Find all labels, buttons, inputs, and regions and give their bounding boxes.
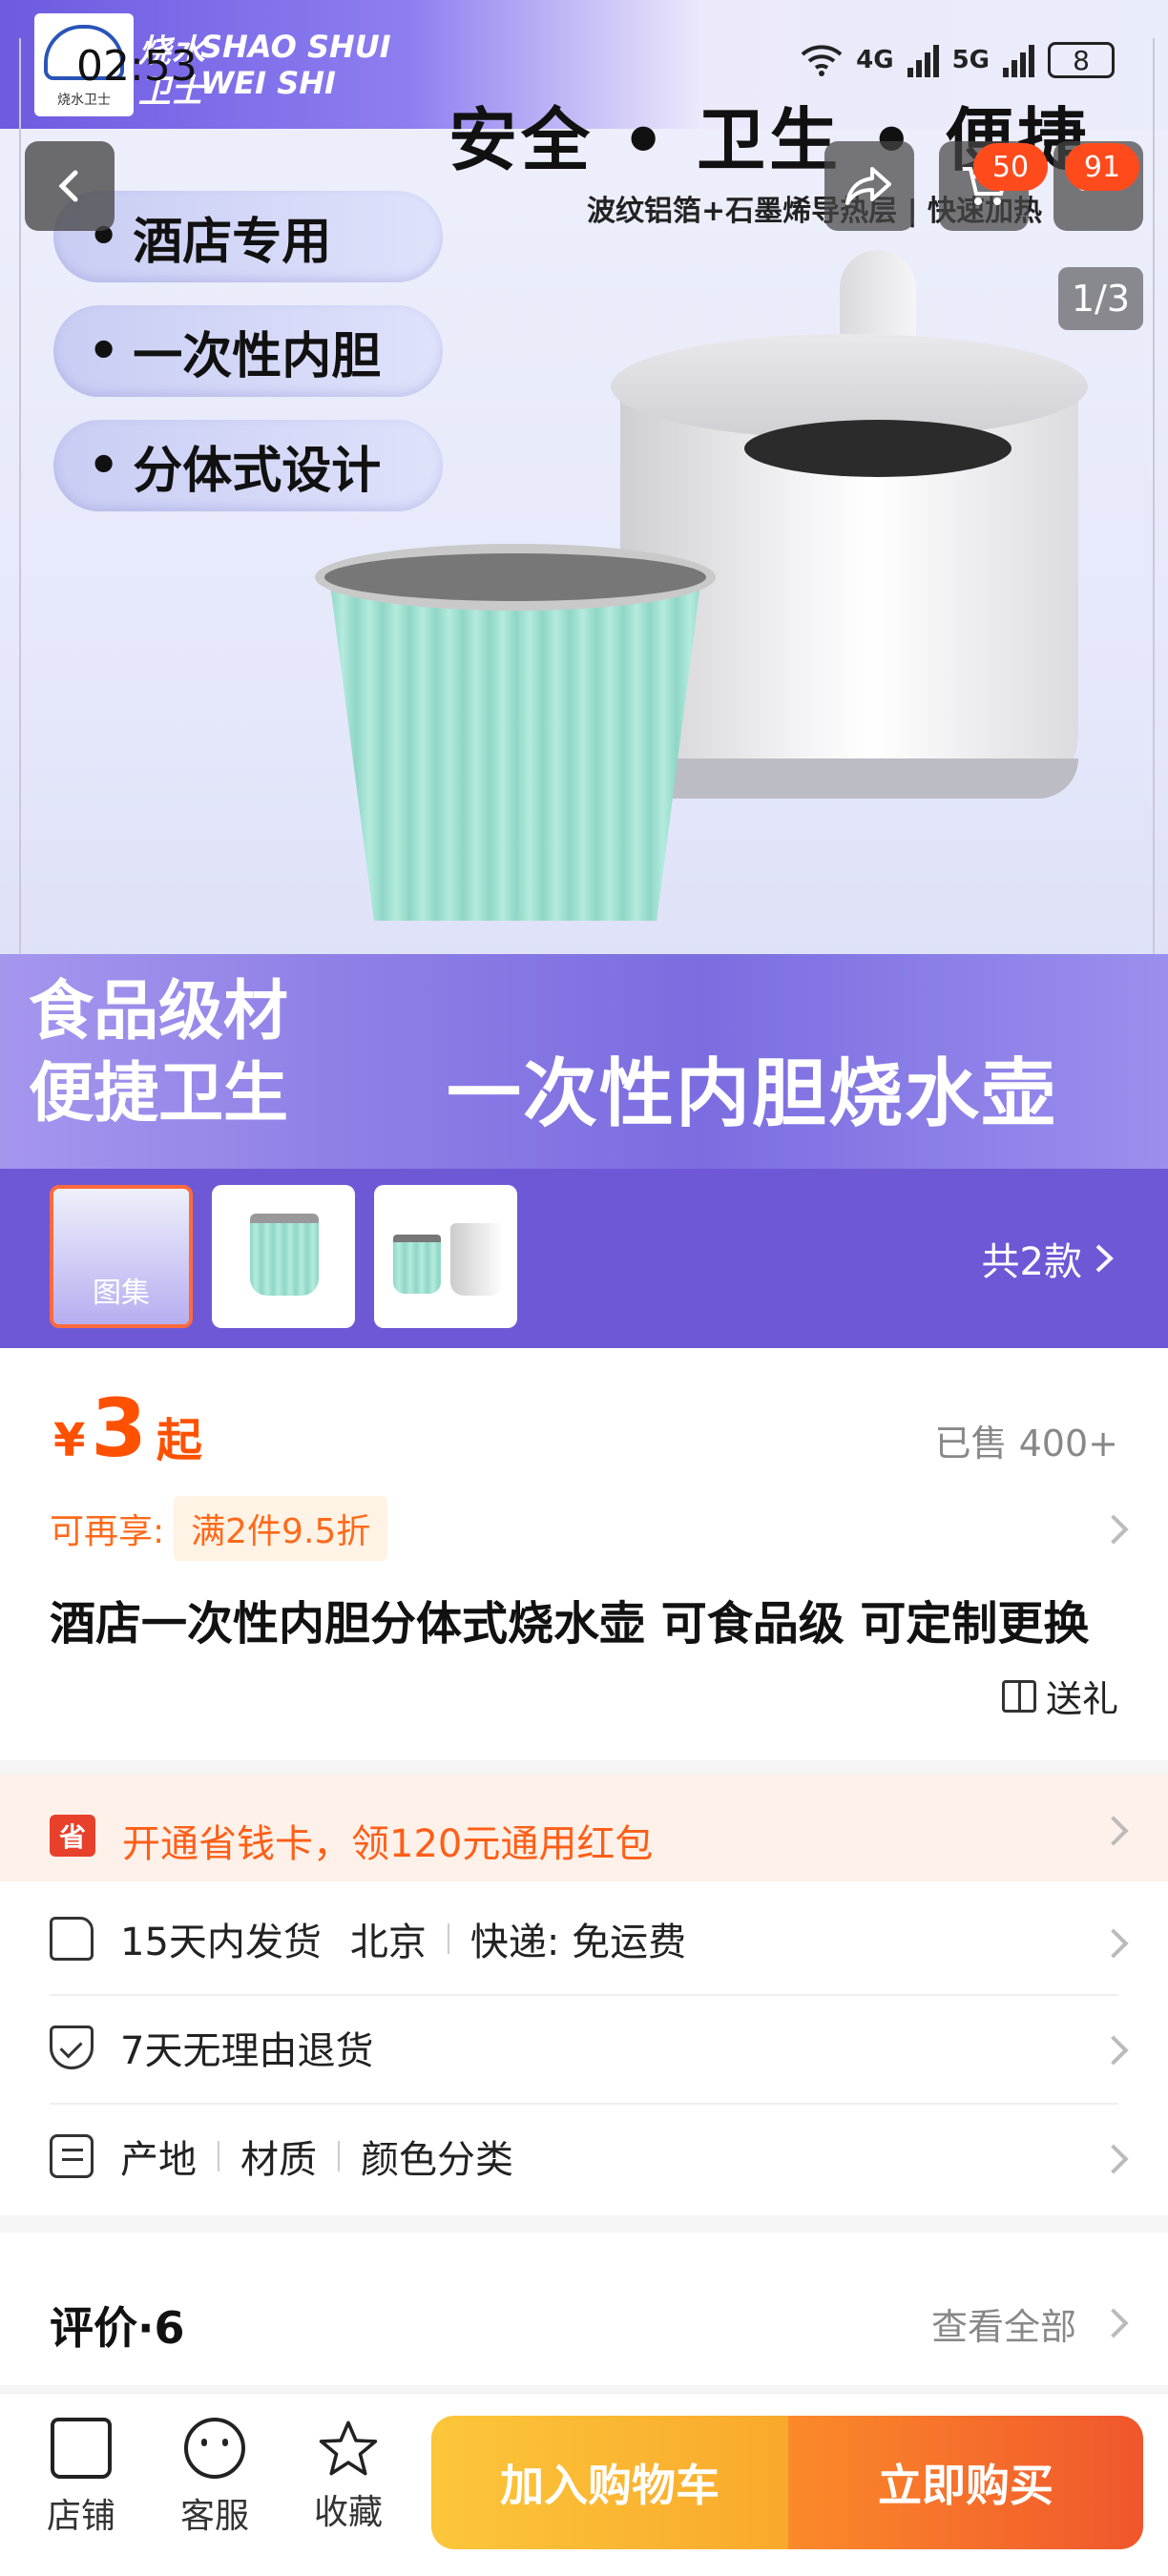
sold-count: 已售 400+ [934,1423,1118,1465]
brand-name-en: SHAO SHUI [200,29,391,65]
store-label: 店铺 [46,2497,115,2536]
thumbnail-liner[interactable] [212,1185,355,1328]
status-time: 02:53 [76,42,198,91]
savings-text: 开通省钱卡，领120元通用红包 [122,1822,654,1866]
kettle-opening [744,420,1012,477]
liner-thumbnail-image [250,1214,319,1296]
thumbnail-kettle-set[interactable] [374,1185,517,1328]
divider [218,2141,219,2171]
params-row[interactable]: 产地 材质 颜色分类 [50,2103,1118,2210]
shipping-time: 15天内发货 [120,1921,322,1964]
liner-cup [329,577,701,921]
feature-pill-2: 一次性内胆 [53,305,443,397]
status-icons: 4G 5G 8 [801,42,1115,78]
banner-left-text: 食品级材 便捷卫生 [29,971,288,1135]
network-4g-label: 4G [856,46,894,74]
banner-left-line-2: 便捷卫生 [29,1056,289,1132]
wifi-icon [801,45,843,76]
share-count-badge: 50 [973,143,1048,191]
banner-left-line-1: 食品级材 [29,974,289,1049]
variants-count-text: 共2款 [981,1240,1082,1284]
reviews-title: 评价·6 [50,2302,185,2354]
param-origin: 产地 [120,2138,197,2182]
gift-icon [1001,1679,1036,1713]
product-title: 酒店一次性内胆分体式烧水壶 可食品级 可定制更换 [50,1597,1090,1651]
cart-count-badge: 91 [1065,143,1139,191]
shield-check-icon [50,2025,94,2069]
brand-name-en-2: WEI SHI [200,65,336,101]
reviews-view-all[interactable]: 查看全部 [931,2297,1076,2350]
price-currency: ¥ [53,1414,86,1467]
battery-icon: 8 [1048,42,1115,78]
star-icon [319,2420,378,2476]
promo-label: 可再享: [50,1512,165,1551]
back-button[interactable] [25,141,115,231]
favorite-button[interactable]: 收藏 [296,2418,401,2534]
returns-text: 7天无理由退货 [120,2029,374,2073]
kettle-base [620,758,1078,799]
network-5g-label: 5G [951,46,990,74]
price-suffix: 起 [156,1414,202,1467]
product-detail-page: 烧水卫士 烧水 卫士 SHAO SHUI WEI SHI 安全 • 卫生 • 便… [0,0,1168,2576]
liner-cup-rim [315,544,716,611]
truck-icon [50,1917,94,1961]
gallery-label: 图集 [93,1277,150,1310]
param-color: 颜色分类 [361,2138,513,2182]
price: ¥ 3 起 [53,1381,202,1475]
store-button[interactable]: 店铺 [29,2418,134,2538]
store-icon [51,2418,112,2479]
thumbnail-gallery[interactable]: 图集 [50,1185,193,1328]
add-to-cart-button[interactable]: 加入购物车 [431,2416,788,2549]
customer-service-label: 客服 [179,2497,249,2536]
gift-label: 送礼 [1045,1678,1118,1720]
signal-icon-1 [907,43,939,77]
kettle-set-cup-image [393,1235,441,1294]
customer-service-icon [184,2418,245,2479]
gift-button[interactable]: 送礼 [1001,1670,1118,1722]
variants-count-link[interactable]: 共2款 [982,1231,1115,1286]
share-button[interactable] [824,141,914,231]
share-icon [845,167,891,205]
brand-logo-text: 烧水卫士 [57,93,111,108]
buy-now-button[interactable]: 立即购买 [788,2416,1143,2549]
param-material: 材质 [240,2138,317,2182]
customer-service-button[interactable]: 客服 [162,2418,267,2538]
favorite-label: 收藏 [313,2493,383,2532]
savings-icon: 省 [50,1815,95,1857]
promo-tag: 满2件9.5折 [174,1496,388,1561]
shipping-row[interactable]: 15天内发货 北京 快递: 免运费 [50,1885,1118,1992]
image-counter: 1/3 [1057,267,1143,330]
divider [447,1923,449,1954]
promo-row[interactable]: 可再享: 满2件9.5折 [50,1496,388,1561]
divider [338,2141,340,2171]
banner-right-text: 一次性内胆烧水壶 [447,1051,1058,1137]
clipboard-icon [50,2134,94,2178]
chevron-left-icon [58,170,78,202]
feature-pill-3: 分体式设计 [53,420,443,511]
returns-row[interactable]: 7天无理由退货 [50,1994,1118,2101]
shipping-origin: 北京 [349,1921,427,1964]
shipping-fee: 快递: 免运费 [469,1921,687,1964]
chevron-right-icon [1095,1244,1114,1273]
signal-icon-2 [1003,43,1034,77]
price-value: 3 [91,1381,147,1475]
kettle-set-kettle-image [450,1223,504,1296]
